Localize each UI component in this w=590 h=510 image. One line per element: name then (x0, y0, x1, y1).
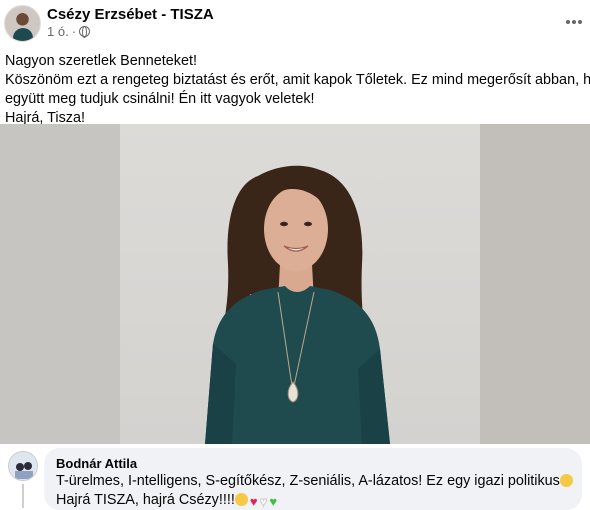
comment: Bodnár Attila T-ürelmes, I-ntelligens, S… (0, 444, 590, 510)
portrait-woman-illustration (205, 165, 390, 444)
red-heart-icon: ♥ (249, 494, 258, 509)
post-text: Nagyon szeretlek Benneteket! Köszönöm ez… (5, 52, 590, 128)
comment-text-line-1: T-ürelmes, I-ntelligens, S-egítőkész, Z-… (56, 472, 573, 491)
grinning-face-icon (234, 493, 248, 506)
post-header: Csézy Erzsébet - TISZA 1 ó. · (0, 0, 590, 46)
green-heart-icon: ♥ (269, 494, 278, 509)
white-heart-icon: ♥ (259, 494, 268, 510)
post-meta: 1 ó. · (47, 24, 91, 39)
commenter-avatar[interactable] (8, 451, 38, 481)
post-text-line: Nagyon szeretlek Benneteket! (5, 53, 197, 69)
commenter-name[interactable]: Bodnár Attila (56, 456, 570, 472)
thinking-face-icon (559, 474, 573, 487)
comment-text-line-2: Hajrá TISZA, hajrá Csézy!!!! ♥ ♥ ♥ (56, 492, 278, 510)
more-options-button[interactable] (562, 11, 586, 33)
author-avatar[interactable] (4, 5, 41, 42)
globe-icon (79, 26, 91, 38)
commenter-avatar-image (9, 452, 37, 480)
post-photo[interactable] (0, 124, 590, 444)
post-author-name[interactable]: Csézy Erzsébet - TISZA (47, 6, 214, 23)
post-text-line: együtt meg tudjuk csinálni! Én itt vagyo… (5, 91, 315, 107)
comment-bubble: Bodnár Attila T-ürelmes, I-ntelligens, S… (44, 448, 582, 510)
more-horizontal-icon (566, 20, 570, 24)
post-timestamp[interactable]: 1 ó. (47, 24, 69, 39)
post-text-line: Köszönöm ezt a rengeteg biztatást és erő… (5, 72, 590, 88)
